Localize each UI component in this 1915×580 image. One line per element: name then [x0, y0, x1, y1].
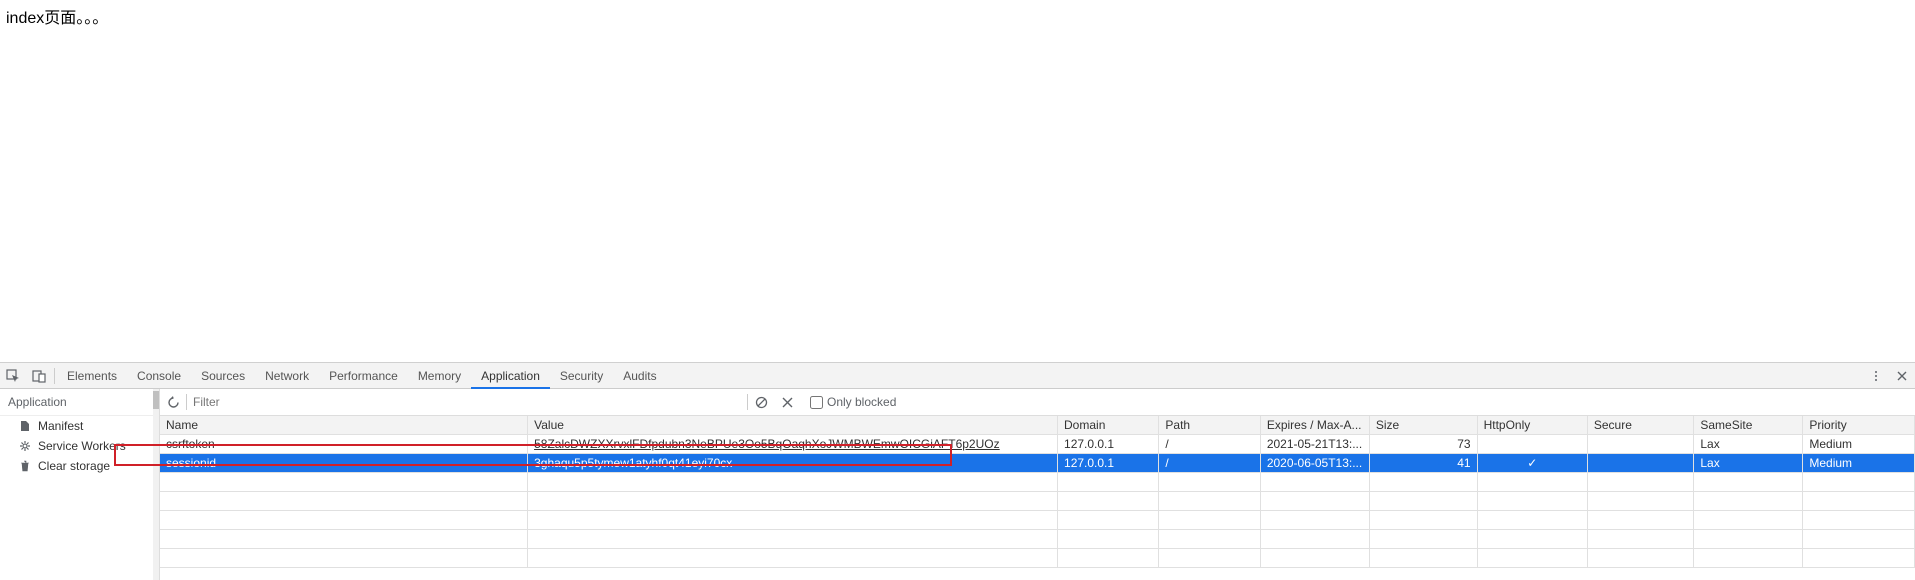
tab-network[interactable]: Network: [255, 363, 319, 389]
cell-priority: Medium: [1803, 454, 1915, 473]
tab-elements[interactable]: Elements: [57, 363, 127, 389]
cell-expires: 2020-06-05T13:...: [1260, 454, 1369, 473]
column-header[interactable]: Secure: [1587, 416, 1693, 435]
sidebar-item-label: Service Workers: [38, 439, 126, 453]
sidebar-section-header: Application: [0, 389, 159, 416]
column-header[interactable]: Priority: [1803, 416, 1915, 435]
devtools-panel: ElementsConsoleSourcesNetworkPerformance…: [0, 362, 1915, 580]
tab-security[interactable]: Security: [550, 363, 613, 389]
device-toggle-icon[interactable]: [26, 369, 52, 383]
sidebar-item-label: Clear storage: [38, 459, 110, 473]
only-blocked-checkbox[interactable]: [810, 396, 823, 409]
cell-expires: 2021-05-21T13:...: [1260, 435, 1369, 454]
tab-console[interactable]: Console: [127, 363, 191, 389]
table-row[interactable]: csrftoken58ZalcDWZXXrvxlFDfpdubn3NeBPUe3…: [160, 435, 1915, 454]
column-header[interactable]: Size: [1369, 416, 1477, 435]
table-row-empty: [160, 511, 1915, 530]
table-row-empty: [160, 473, 1915, 492]
cell-path: /: [1159, 435, 1260, 454]
trash-icon: [18, 460, 32, 472]
sidebar-item-clear-storage[interactable]: Clear storage: [0, 456, 159, 476]
cell-path: /: [1159, 454, 1260, 473]
scrollbar-thumb[interactable]: [153, 391, 159, 409]
cell-size: 41: [1369, 454, 1477, 473]
refresh-button[interactable]: [160, 396, 186, 409]
delete-selected-icon[interactable]: [774, 397, 800, 408]
table-row-empty: [160, 530, 1915, 549]
cell-priority: Medium: [1803, 435, 1915, 454]
tab-application[interactable]: Application: [471, 363, 550, 389]
cookies-grid[interactable]: NameValueDomainPathExpires / Max-A...Siz…: [160, 416, 1915, 580]
table-row-empty: [160, 549, 1915, 568]
separator: [54, 368, 55, 384]
application-sidebar: Application Manifest Service Workers Clear…: [0, 389, 160, 580]
gear-icon: [18, 440, 32, 452]
kebab-menu-icon[interactable]: [1863, 370, 1889, 382]
cell-samesite: Lax: [1694, 454, 1803, 473]
column-header[interactable]: Expires / Max-A...: [1260, 416, 1369, 435]
tab-sources[interactable]: Sources: [191, 363, 255, 389]
cookies-panel: Only blocked NameValueDomainPathExpires …: [160, 389, 1915, 580]
column-header[interactable]: Path: [1159, 416, 1260, 435]
column-header[interactable]: SameSite: [1694, 416, 1803, 435]
cell-name: csrftoken: [160, 435, 528, 454]
column-header[interactable]: Name: [160, 416, 528, 435]
sidebar-item-manifest[interactable]: Manifest: [0, 416, 159, 436]
cell-domain: 127.0.0.1: [1058, 435, 1159, 454]
page-body: index页面。。。: [0, 0, 1915, 362]
cell-value: 3ghaqu5p5tymew1atyhf0qt41eyi70cx: [528, 454, 1058, 473]
column-header[interactable]: HttpOnly: [1477, 416, 1587, 435]
panel-body: Application Manifest Service Workers Clear…: [0, 389, 1915, 580]
cell-value: 58ZalcDWZXXrvxlFDfpdubn3NeBPUe3Oo5BqOaqh…: [528, 435, 1058, 454]
sidebar-item-label: Manifest: [38, 419, 83, 433]
cell-domain: 127.0.0.1: [1058, 454, 1159, 473]
cell-httponly: [1477, 435, 1587, 454]
tab-audits[interactable]: Audits: [613, 363, 666, 389]
cell-secure: [1587, 454, 1693, 473]
inspect-icon[interactable]: [0, 369, 26, 383]
clear-all-icon[interactable]: [748, 396, 774, 409]
sidebar-scrollbar[interactable]: [153, 389, 159, 580]
cell-httponly: ✓: [1477, 454, 1587, 473]
cell-samesite: Lax: [1694, 435, 1803, 454]
devtools-tabbar: ElementsConsoleSourcesNetworkPerformance…: [0, 363, 1915, 389]
cell-secure: [1587, 435, 1693, 454]
cell-size: 73: [1369, 435, 1477, 454]
cookies-table: NameValueDomainPathExpires / Max-A...Siz…: [160, 416, 1915, 568]
tab-memory[interactable]: Memory: [408, 363, 471, 389]
cell-name: sessionid: [160, 454, 528, 473]
column-header[interactable]: Value: [528, 416, 1058, 435]
column-header[interactable]: Domain: [1058, 416, 1159, 435]
file-icon: [18, 420, 32, 432]
sidebar-item-service-workers[interactable]: Service Workers: [0, 436, 159, 456]
cookies-toolbar: Only blocked: [160, 389, 1915, 416]
table-row[interactable]: sessionid3ghaqu5p5tymew1atyhf0qt41eyi70c…: [160, 454, 1915, 473]
tab-performance[interactable]: Performance: [319, 363, 408, 389]
only-blocked-label: Only blocked: [827, 395, 896, 409]
filter-input[interactable]: [187, 391, 747, 413]
table-header-row: NameValueDomainPathExpires / Max-A...Siz…: [160, 416, 1915, 435]
close-devtools-icon[interactable]: [1889, 371, 1915, 381]
table-row-empty: [160, 492, 1915, 511]
